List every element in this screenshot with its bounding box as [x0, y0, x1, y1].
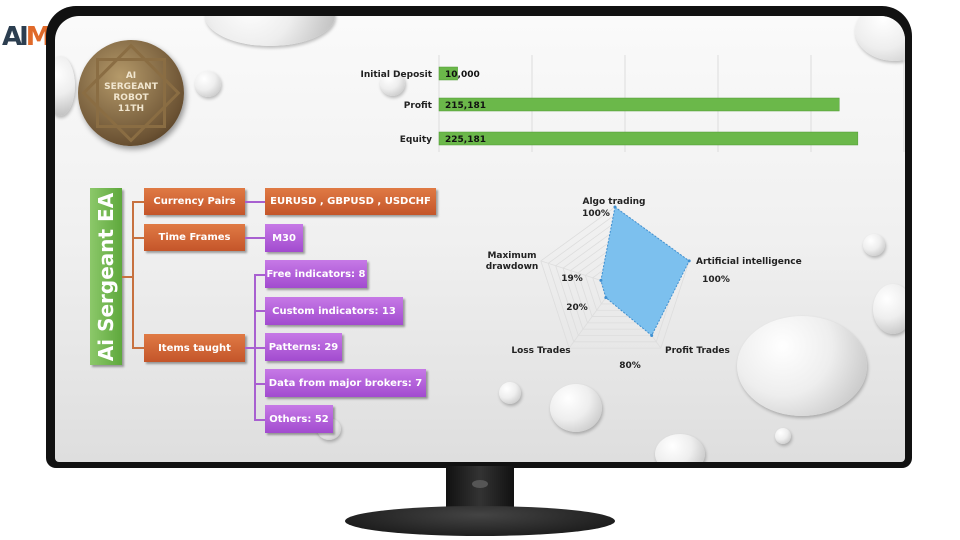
leaf-currency-pairs-list: EURUSD , GBPUSD , USDCHF — [265, 188, 436, 215]
radar-axis-label: Artificial intelligence — [696, 257, 802, 267]
radar-point — [604, 296, 608, 300]
radar-data-label: 20% — [566, 303, 588, 313]
radar-axis-label: Profit Trades — [665, 346, 730, 356]
leaf-free-indicators: Free indicators: 8 — [265, 260, 367, 288]
bar-data-label: 225,181 — [445, 135, 486, 145]
mindmap-root: Ai Sergeant EA — [90, 188, 122, 365]
bar-category-label: Initial Deposit — [361, 70, 433, 80]
radar-axis-label: Maximum drawdown — [486, 251, 539, 272]
leaf-custom-indicators: Custom indicators: 13 — [265, 297, 403, 325]
radar-point — [650, 333, 654, 337]
leaf-timeframe: M30 — [265, 224, 303, 252]
bar-chart: Initial Deposit Profit Equity 10,000 215… — [361, 55, 905, 371]
radar-data-label: 100% — [702, 275, 730, 285]
radar-axis-label: Algo trading — [583, 197, 646, 207]
bar-category-label: Equity — [400, 135, 432, 145]
branch-items-taught: Items taught — [144, 334, 245, 362]
bar — [438, 131, 859, 146]
bar-data-label: 215,181 — [445, 101, 486, 111]
bar-category-label: Profit — [404, 101, 433, 111]
radar-point — [599, 278, 603, 282]
bar-data-label: 10,000 — [445, 70, 480, 80]
bar — [438, 97, 840, 112]
leaf-patterns: Patterns: 29 — [265, 333, 342, 361]
leaf-broker-data: Data from major brokers: 7 — [265, 369, 426, 397]
radar-data-label: 80% — [619, 361, 641, 371]
radar-axis-label: Loss Trades — [511, 346, 570, 356]
radar-axis-label-line2: drawdown — [486, 262, 539, 272]
radar-point — [687, 259, 691, 263]
radar-data-label: 100% — [582, 209, 610, 219]
leaf-others: Others: 52 — [265, 405, 333, 433]
branch-currency-pairs: Currency Pairs — [144, 188, 245, 215]
branch-time-frames: Time Frames — [144, 224, 245, 251]
radar-data-label: 19% — [561, 274, 583, 284]
